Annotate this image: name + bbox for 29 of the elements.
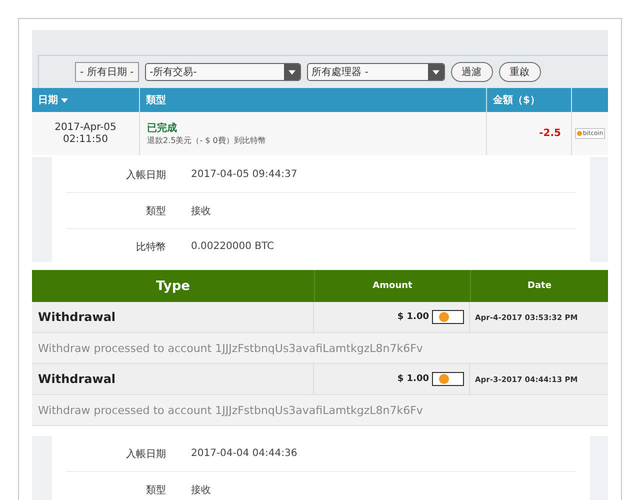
field-value: 接收 bbox=[191, 204, 211, 218]
field-label: 比特幣 bbox=[135, 240, 166, 254]
note-text: Withdraw processed to account 1JJJzFstbnqUs3avafiLamtkgzL8n7k6Fv bbox=[38, 404, 423, 416]
processor-dropdown[interactable]: 所有處理器 - bbox=[306, 63, 445, 81]
column-header: Type bbox=[155, 278, 191, 296]
type-dropdown[interactable]: -所有交易- bbox=[144, 63, 301, 81]
filter-button[interactable]: 重啟 bbox=[498, 62, 541, 82]
status-text: 已完成 bbox=[147, 121, 178, 135]
field-value: 0.00220000 BTC bbox=[191, 241, 274, 252]
filter-button[interactable]: 過濾 bbox=[450, 62, 493, 82]
amount-cell: $ 1.00 bbox=[397, 374, 429, 384]
note-text: Withdraw processed to account 1JJJzFstbnqUs3avafiLamtkgzL8n7k6Fv bbox=[38, 342, 423, 354]
coin-icon bbox=[432, 372, 464, 386]
type-cell: Withdrawal bbox=[38, 310, 116, 324]
field-label: 類型 bbox=[145, 204, 166, 218]
sort-arrow-icon bbox=[61, 98, 68, 102]
field-value: 接收 bbox=[191, 484, 211, 496]
type-cell: Withdrawal bbox=[38, 372, 116, 386]
field-value: 2017-04-05 09:44:37 bbox=[191, 169, 298, 180]
amount-cell: -2.5 bbox=[539, 128, 561, 139]
field-label: 入帳日期 bbox=[125, 168, 166, 182]
field-value: 2017-04-04 04:44:36 bbox=[191, 448, 298, 459]
field-label: 類型 bbox=[145, 484, 166, 496]
description-text: 退款2.5美元（- $ 0費）到比特幣 bbox=[147, 135, 267, 146]
date-filter[interactable]: - 所有日期 - bbox=[75, 62, 139, 82]
amount-cell: $ 1.00 bbox=[397, 312, 429, 322]
coin-icon bbox=[432, 310, 464, 324]
field-label: 入帳日期 bbox=[125, 448, 166, 460]
date-cell: 2017-Apr-05 02:11:50 bbox=[54, 122, 116, 146]
